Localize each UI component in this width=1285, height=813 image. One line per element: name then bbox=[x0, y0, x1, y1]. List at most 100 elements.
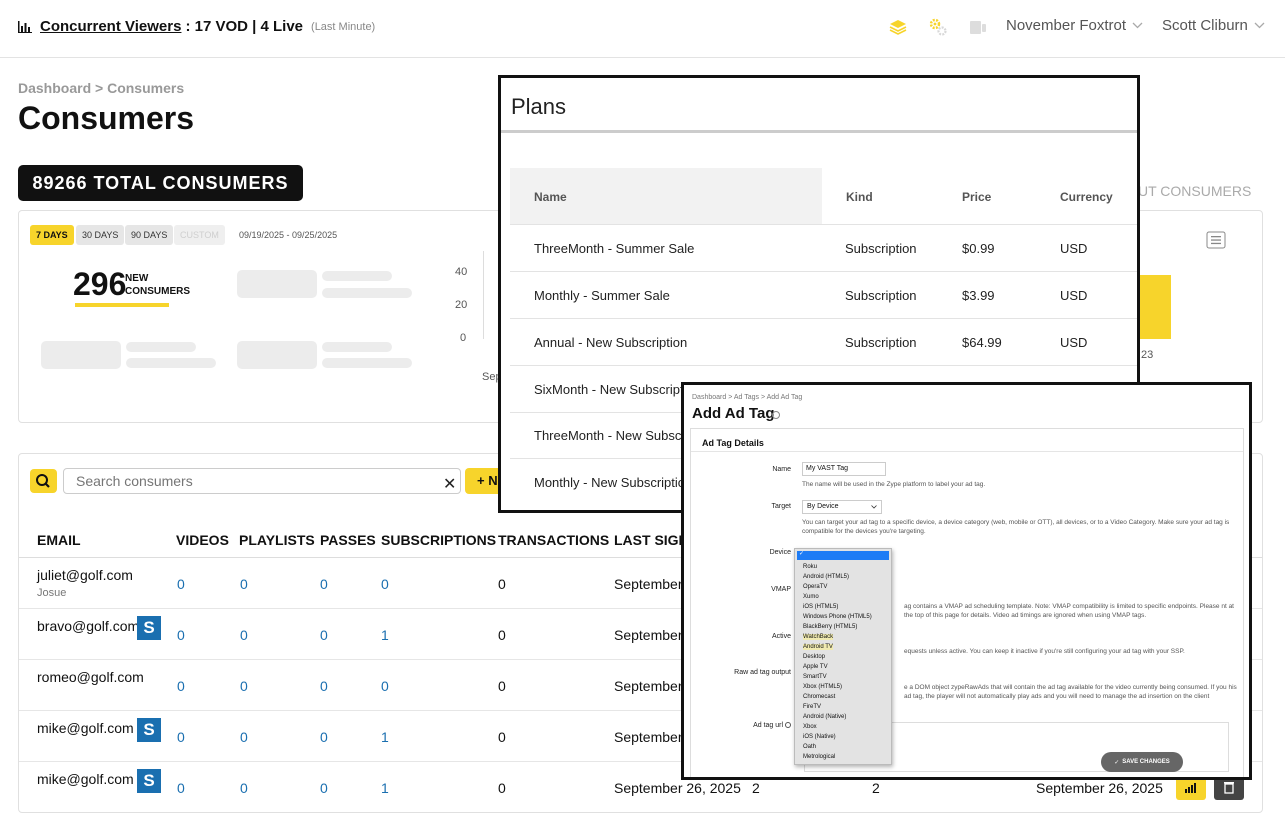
chart-x-label-right: 23 bbox=[1141, 349, 1154, 361]
stripe-icon[interactable]: S bbox=[137, 718, 161, 742]
user-menu[interactable]: Scott Cliburn bbox=[1162, 17, 1265, 34]
row-playlists[interactable]: 0 bbox=[240, 729, 248, 745]
device-option[interactable]: WatchBack bbox=[803, 634, 834, 640]
search-input[interactable] bbox=[64, 469, 460, 493]
target-select[interactable]: By Device bbox=[802, 500, 882, 514]
row-playlists[interactable]: 0 bbox=[240, 678, 248, 694]
plan-name[interactable]: Monthly - Summer Sale bbox=[534, 288, 670, 303]
stripe-icon[interactable]: S bbox=[137, 769, 161, 793]
plans-column-name[interactable]: Name bbox=[534, 190, 567, 204]
gears-icon[interactable] bbox=[927, 16, 949, 38]
device-option[interactable]: Xbox (HTML5) bbox=[803, 684, 842, 690]
row-passes[interactable]: 0 bbox=[320, 729, 328, 745]
row-playlists[interactable]: 0 bbox=[240, 780, 248, 796]
help-icon[interactable] bbox=[772, 411, 780, 419]
device-option[interactable]: Metrological bbox=[803, 754, 835, 760]
row-passes[interactable]: 0 bbox=[320, 576, 328, 592]
range-7-days-button[interactable]: 7 DAYS bbox=[30, 225, 74, 245]
concurrent-viewers-label[interactable]: Concurrent Viewers bbox=[40, 18, 181, 35]
row-videos[interactable]: 0 bbox=[177, 627, 185, 643]
row-email[interactable]: romeo@golf.com bbox=[37, 669, 144, 685]
device-option[interactable]: Chromecast bbox=[803, 694, 835, 700]
plans-column-price[interactable]: Price bbox=[962, 190, 991, 204]
row-videos[interactable]: 0 bbox=[177, 780, 185, 796]
device-dropdown-selected[interactable]: ✓ bbox=[797, 551, 889, 560]
row-subscriptions[interactable]: 0 bbox=[381, 678, 389, 694]
row-email[interactable]: juliet@golf.com bbox=[37, 567, 133, 583]
range-30-days-button[interactable]: 30 DAYS bbox=[76, 225, 125, 245]
row-videos[interactable]: 0 bbox=[177, 678, 185, 694]
device-option[interactable]: Windows Phone (HTML5) bbox=[803, 614, 872, 620]
layers-icon[interactable] bbox=[887, 16, 909, 38]
plan-kind: Subscription bbox=[845, 241, 917, 256]
broadcast-icon[interactable] bbox=[967, 16, 989, 38]
row-email[interactable]: mike@golf.com bbox=[37, 720, 134, 736]
breadcrumb-dashboard[interactable]: Dashboard bbox=[18, 80, 91, 96]
plan-name[interactable]: SixMonth - New Subscripti bbox=[534, 382, 686, 397]
search-button[interactable] bbox=[30, 469, 57, 493]
device-option[interactable]: FireTV bbox=[803, 704, 821, 710]
device-dropdown[interactable]: ✓ Roku Android (HTML5) OperaTV Xumo iOS (HTM… bbox=[794, 548, 892, 765]
plan-name[interactable]: ThreeMonth - Summer Sale bbox=[534, 241, 694, 256]
row-email[interactable]: bravo@golf.com bbox=[37, 618, 139, 634]
chevron-down-icon bbox=[1132, 22, 1143, 29]
new-consumers-label-line1: NEW bbox=[125, 273, 149, 284]
device-option[interactable]: Xumo bbox=[803, 594, 819, 600]
row-playlists[interactable]: 0 bbox=[240, 576, 248, 592]
row-passes[interactable]: 0 bbox=[320, 780, 328, 796]
row-videos[interactable]: 0 bbox=[177, 576, 185, 592]
column-header-passes[interactable]: PASSES bbox=[320, 532, 376, 548]
chart-menu-icon[interactable] bbox=[1206, 231, 1226, 249]
row-passes[interactable]: 0 bbox=[320, 678, 328, 694]
org-menu[interactable]: November Foxtrot bbox=[1006, 17, 1143, 34]
column-header-transactions[interactable]: TRANSACTIONS bbox=[498, 532, 609, 548]
search-consumers-field[interactable] bbox=[63, 468, 461, 494]
row-subscriptions[interactable]: 1 bbox=[381, 729, 389, 745]
about-consumers-link[interactable]: UT CONSUMERS bbox=[1138, 183, 1251, 199]
plan-name[interactable]: Monthly - New Subscriptio bbox=[534, 475, 685, 490]
device-option[interactable]: Roku bbox=[803, 564, 817, 570]
device-option[interactable]: Android (Native) bbox=[803, 714, 846, 720]
device-option[interactable]: Oath bbox=[803, 744, 816, 750]
device-option[interactable]: Android (HTML5) bbox=[803, 574, 849, 580]
row-subscriptions[interactable]: 0 bbox=[381, 576, 389, 592]
device-option[interactable]: Android TV bbox=[803, 644, 833, 650]
column-header-email[interactable]: EMAIL bbox=[37, 532, 81, 548]
skeleton-line bbox=[126, 358, 216, 368]
device-option[interactable]: SmartTV bbox=[803, 674, 827, 680]
info-icon[interactable] bbox=[785, 722, 791, 729]
device-option[interactable]: Desktop bbox=[803, 654, 825, 660]
range-90-days-button[interactable]: 90 DAYS bbox=[125, 225, 174, 245]
device-option[interactable]: BlackBerry (HTML5) bbox=[803, 624, 857, 630]
plan-name[interactable]: ThreeMonth - New Subscr bbox=[534, 428, 686, 443]
row-email[interactable]: mike@golf.com bbox=[37, 771, 134, 787]
row-playlists[interactable]: 0 bbox=[240, 627, 248, 643]
user-name: Scott Cliburn bbox=[1162, 17, 1248, 34]
column-header-playlists[interactable]: PLAYLISTS bbox=[239, 532, 315, 548]
plans-column-kind[interactable]: Kind bbox=[846, 190, 873, 204]
device-option[interactable]: Xbox bbox=[803, 724, 817, 730]
stripe-icon[interactable]: S bbox=[137, 616, 161, 640]
name-field[interactable]: My VAST Tag bbox=[802, 462, 886, 476]
plans-column-currency[interactable]: Currency bbox=[1060, 190, 1113, 204]
row-subscriptions[interactable]: 1 bbox=[381, 627, 389, 643]
row-last-sign: September bbox=[614, 627, 683, 643]
column-header-last-sign[interactable]: LAST SIGN bbox=[614, 532, 689, 548]
device-option[interactable]: iOS (HTML5) bbox=[803, 604, 838, 610]
plan-currency: USD bbox=[1060, 335, 1088, 350]
device-option[interactable]: Apple TV bbox=[803, 664, 828, 670]
target-help-text: You can target your ad tag to a specific… bbox=[802, 519, 1230, 535]
save-changes-button[interactable]: ✓ SAVE CHANGES bbox=[1101, 752, 1183, 772]
row-subscriptions[interactable]: 1 bbox=[381, 780, 389, 796]
device-option[interactable]: iOS (Native) bbox=[803, 734, 836, 740]
vmap-label: VMAP bbox=[771, 586, 791, 593]
row-videos[interactable]: 0 bbox=[177, 729, 185, 745]
range-custom-button[interactable]: CUSTOM bbox=[174, 225, 225, 245]
plan-name[interactable]: Annual - New Subscription bbox=[534, 335, 687, 350]
device-option[interactable]: OperaTV bbox=[803, 584, 827, 590]
concurrent-viewers[interactable]: Concurrent Viewers : 17 VOD | 4 Live (La… bbox=[18, 18, 375, 35]
column-header-subscriptions[interactable]: SUBSCRIPTIONS bbox=[381, 532, 496, 548]
column-header-videos[interactable]: VIDEOS bbox=[176, 532, 229, 548]
clear-search-icon[interactable]: ✕ bbox=[443, 474, 456, 494]
row-passes[interactable]: 0 bbox=[320, 627, 328, 643]
